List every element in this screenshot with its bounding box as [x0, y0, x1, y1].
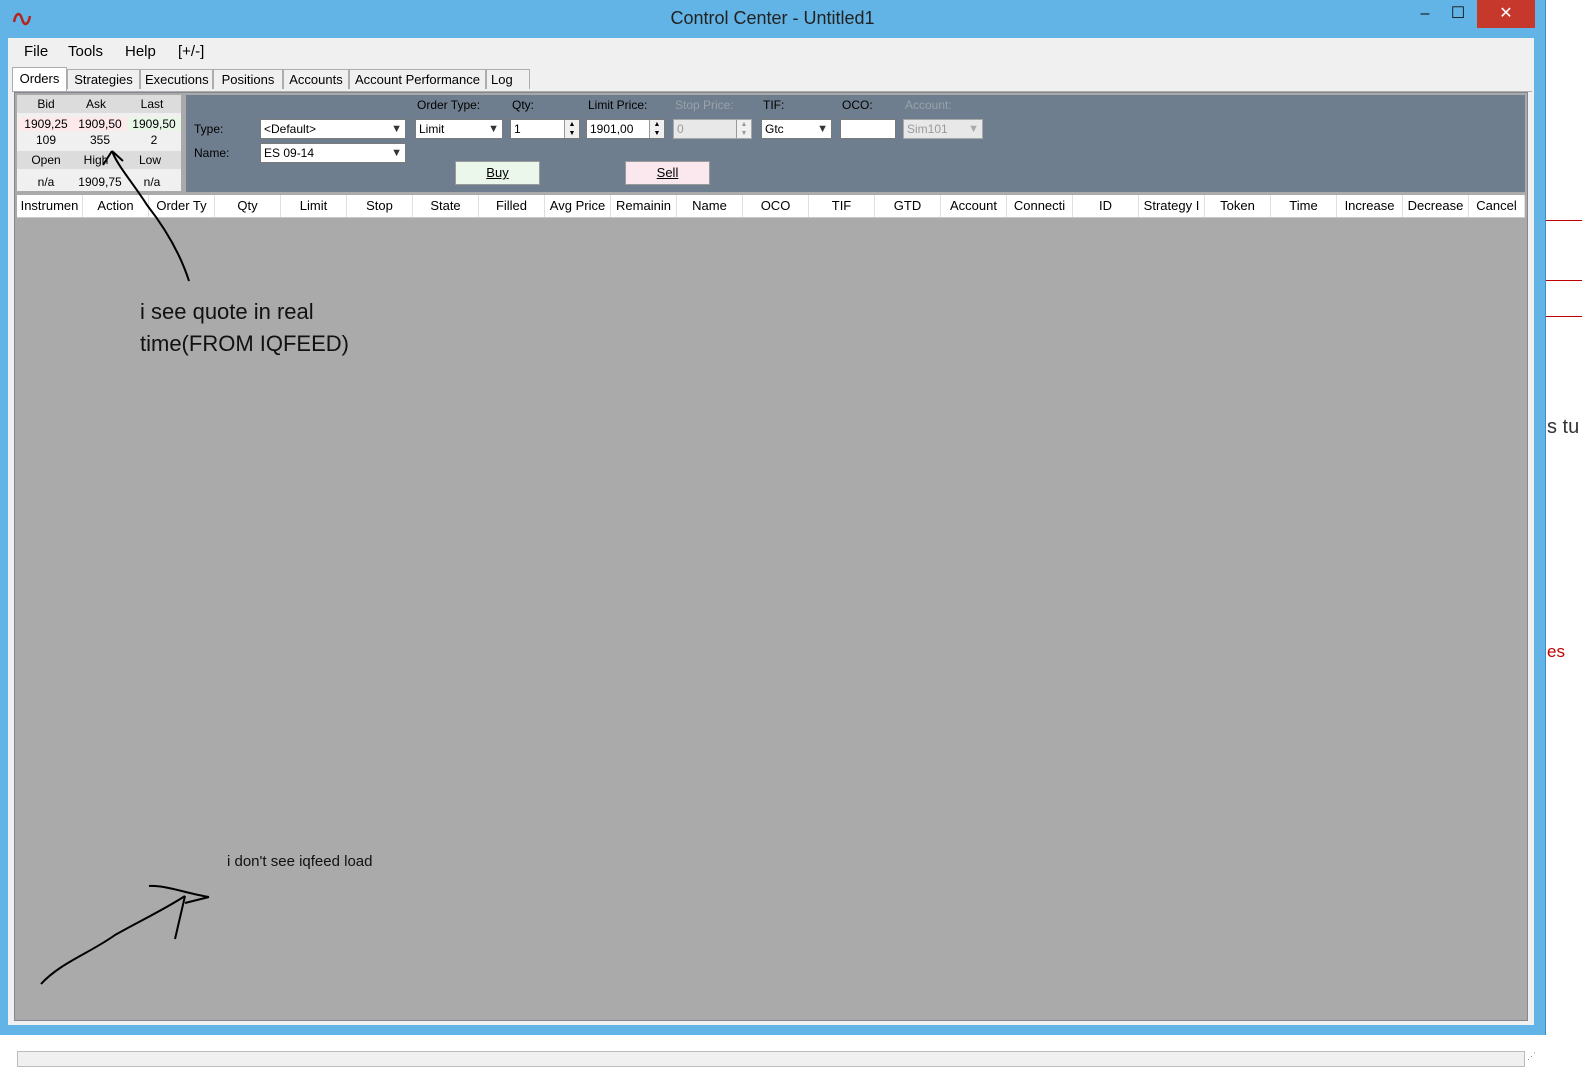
background-text: s tu [1547, 416, 1580, 438]
tab-bar: Orders Strategies Executions Positions A… [12, 67, 1532, 92]
tab-strategies[interactable]: Strategies [67, 69, 140, 89]
arrow-to-bottom-left [40, 884, 210, 985]
menu-expand-collapse[interactable]: [+/-] [178, 43, 204, 60]
annotation-line: i see quote in real [140, 299, 314, 324]
tab-accounts[interactable]: Accounts [283, 69, 349, 89]
maximize-button[interactable]: ☐ [1443, 0, 1473, 28]
resize-grip-icon[interactable]: ⋰ [1527, 1051, 1539, 1065]
status-bar [17, 1051, 1525, 1067]
tab-orders[interactable]: Orders [12, 67, 67, 91]
client-area: File Tools Help [+/-] Orders Strategies … [8, 38, 1536, 1067]
minimize-button[interactable]: – [1410, 0, 1440, 28]
close-button[interactable]: ✕ [1477, 0, 1535, 28]
menu-tools[interactable]: Tools [68, 43, 103, 60]
tab-log[interactable]: Log [486, 69, 530, 89]
tab-positions[interactable]: Positions [213, 69, 283, 89]
title-bar[interactable]: Control Center - Untitled1 – ☐ ✕ [0, 0, 1545, 38]
tab-account-performance[interactable]: Account Performance [349, 69, 486, 89]
menu-bar: File Tools Help [+/-] [8, 38, 1534, 64]
background-text: es [1547, 642, 1565, 661]
background-page: s tu es [1545, 0, 1582, 1045]
menu-file[interactable]: File [24, 43, 48, 60]
annotation-arrows [40, 150, 210, 985]
tab-executions[interactable]: Executions [140, 69, 213, 89]
menu-help[interactable]: Help [125, 43, 156, 60]
background-divider [1545, 220, 1582, 221]
orders-panel: Bid Ask Last 1909,25 1909,50 1909,50 109… [14, 92, 1536, 1067]
annotation-load-note: i don't see iqfeed load [227, 853, 373, 870]
annotation-quote-note: i see quote in real time(FROM IQFEED) [140, 296, 349, 360]
window-title: Control Center - Untitled1 [670, 8, 875, 28]
arrow-to-quote [102, 150, 190, 282]
control-center-window: Control Center - Untitled1 – ☐ ✕ File To… [0, 0, 1546, 1067]
background-divider [1545, 280, 1582, 281]
background-divider [1545, 316, 1582, 317]
annotation-line: time(FROM IQFEED) [140, 331, 349, 356]
